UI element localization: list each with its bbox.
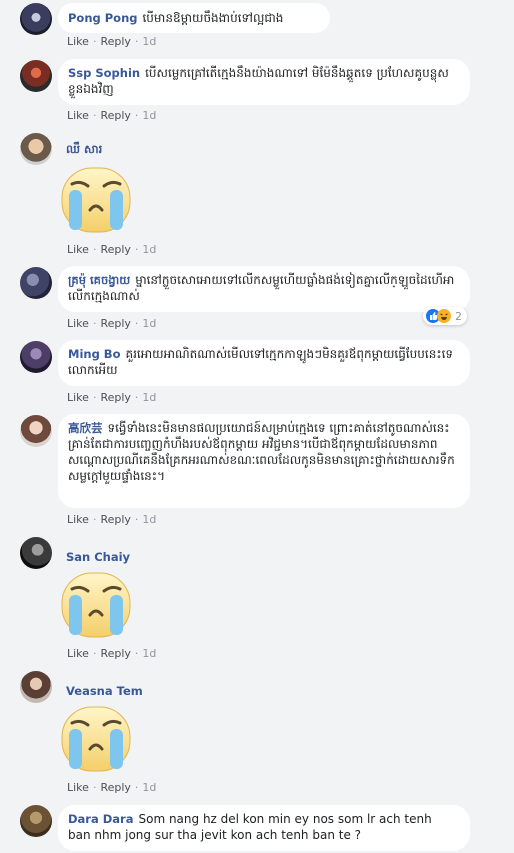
comment-time[interactable]: 1d bbox=[142, 109, 156, 122]
reply-link[interactable]: Reply bbox=[100, 35, 130, 48]
reply-link[interactable]: Reply bbox=[100, 391, 130, 404]
separator: · bbox=[92, 647, 97, 660]
comment-bubble: Dara Dara Som nang hz del kon min ey nos … bbox=[58, 805, 470, 851]
comment-text: ទង្វើទាំងនេះមិនមានផលប្រយោជន៍សម្រាប់ក្មេង… bbox=[68, 421, 455, 483]
separator: · bbox=[134, 109, 139, 122]
avatar[interactable] bbox=[20, 415, 52, 447]
comment-actions: Like · Reply · 1d bbox=[67, 781, 156, 794]
comment-actions: Like · Reply · 1d bbox=[67, 513, 156, 526]
comment-bubble: Ssp Sophin បើសម្លេកគ្រៅតើក្មេងនឹងយ៉ាងណាទៅ… bbox=[58, 59, 470, 105]
comment-time[interactable]: 1d bbox=[142, 35, 156, 48]
reply-link[interactable]: Reply bbox=[100, 781, 130, 794]
avatar[interactable] bbox=[20, 133, 52, 165]
comment-author[interactable]: គ្រម៉ុ គេចង្វាយ bbox=[68, 273, 130, 287]
avatar[interactable] bbox=[20, 805, 52, 837]
comment-author[interactable]: San Chaiy bbox=[66, 550, 130, 564]
like-link[interactable]: Like bbox=[67, 781, 89, 794]
separator: · bbox=[134, 781, 139, 794]
separator: · bbox=[134, 391, 139, 404]
comment-bubble: Ming Bo គួរអោយអាណិតណាស់មើលទៅក្មេកកាឡូងៗមិ… bbox=[58, 340, 470, 386]
comment-text: បើមានឱម្តាយចឹងងាប់ទៅល្អជាង bbox=[142, 11, 284, 25]
crying-face-sticker[interactable] bbox=[58, 162, 134, 238]
comment-author[interactable]: Ssp Sophin bbox=[68, 66, 140, 80]
comment-actions: Like · Reply · 1d bbox=[67, 35, 156, 48]
separator: · bbox=[134, 243, 139, 256]
comment-author[interactable]: Dara Dara bbox=[68, 812, 133, 826]
comment-bubble: 高欣芸 ទង្វើទាំងនេះមិនមានផលប្រយោជន៍សម្រាប់ក្… bbox=[58, 414, 470, 508]
like-link[interactable]: Like bbox=[67, 109, 89, 122]
comment-author[interactable]: ឈឹ សារ bbox=[66, 142, 102, 156]
comment-time[interactable]: 1d bbox=[142, 391, 156, 404]
avatar[interactable] bbox=[20, 60, 52, 92]
comment-text: គួរអោយអាណិតណាស់មើលទៅក្មេកកាឡូងៗមិនគួរឪពុ… bbox=[68, 347, 454, 377]
crying-face-sticker[interactable] bbox=[58, 701, 134, 777]
comment-actions: Like · Reply · 1d bbox=[67, 647, 156, 660]
reaction-count: 2 bbox=[455, 309, 462, 323]
separator: · bbox=[92, 781, 97, 794]
comment-time[interactable]: 1d bbox=[142, 513, 156, 526]
reply-link[interactable]: Reply bbox=[100, 513, 130, 526]
comment-time[interactable]: 1d bbox=[142, 781, 156, 794]
separator: · bbox=[134, 317, 139, 330]
comment-author-plain: ឈឹ សារ bbox=[66, 138, 107, 159]
like-link[interactable]: Like bbox=[67, 243, 89, 256]
separator: · bbox=[92, 35, 97, 48]
separator: · bbox=[92, 109, 97, 122]
separator: · bbox=[134, 513, 139, 526]
separator: · bbox=[92, 391, 97, 404]
reply-link[interactable]: Reply bbox=[100, 647, 130, 660]
comment-time[interactable]: 1d bbox=[142, 647, 156, 660]
comment-bubble: គ្រម៉ុ គេចង្វាយ ម្នានៅក្លួចសោអោយទៅលើកសម្ល… bbox=[58, 266, 470, 312]
separator: · bbox=[92, 513, 97, 526]
avatar[interactable] bbox=[20, 537, 52, 569]
separator: · bbox=[92, 317, 97, 330]
comment-author-plain: San Chaiy bbox=[66, 546, 135, 565]
reaction-summary[interactable]: 2 bbox=[423, 307, 467, 325]
crying-face-icon bbox=[61, 167, 131, 233]
reply-link[interactable]: Reply bbox=[100, 243, 130, 256]
comment-author[interactable]: Veasna Tem bbox=[66, 684, 143, 698]
comment-actions: Like · Reply · 1d bbox=[67, 391, 156, 404]
separator: · bbox=[134, 35, 139, 48]
comment-time[interactable]: 1d bbox=[142, 317, 156, 330]
avatar[interactable] bbox=[20, 671, 52, 703]
crying-face-sticker[interactable] bbox=[58, 567, 134, 643]
comment-author[interactable]: 高欣芸 bbox=[68, 421, 103, 435]
comment-actions: Like · Reply · 1d bbox=[67, 243, 156, 256]
crying-face-icon bbox=[61, 572, 131, 638]
avatar[interactable] bbox=[20, 341, 52, 373]
reply-link[interactable]: Reply bbox=[100, 109, 130, 122]
comment-author[interactable]: Ming Bo bbox=[68, 347, 120, 361]
comment-author-plain: Veasna Tem bbox=[66, 680, 148, 699]
separator: · bbox=[92, 243, 97, 256]
comment-actions: Like · Reply · 1d bbox=[67, 109, 156, 122]
haha-reaction-icon bbox=[437, 309, 451, 323]
comment-bubble: Pong Pong បើមានឱម្តាយចឹងងាប់ទៅល្អជាង bbox=[58, 3, 330, 33]
like-link[interactable]: Like bbox=[67, 35, 89, 48]
like-link[interactable]: Like bbox=[67, 391, 89, 404]
like-link[interactable]: Like bbox=[67, 317, 89, 330]
like-link[interactable]: Like bbox=[67, 647, 89, 660]
avatar[interactable] bbox=[20, 267, 52, 299]
avatar[interactable] bbox=[20, 3, 52, 35]
comment-actions: Like · Reply · 1d bbox=[67, 317, 156, 330]
reply-link[interactable]: Reply bbox=[100, 317, 130, 330]
crying-face-icon bbox=[61, 706, 131, 772]
comment-author[interactable]: Pong Pong bbox=[68, 11, 138, 25]
like-link[interactable]: Like bbox=[67, 513, 89, 526]
separator: · bbox=[134, 647, 139, 660]
comment-time[interactable]: 1d bbox=[142, 243, 156, 256]
